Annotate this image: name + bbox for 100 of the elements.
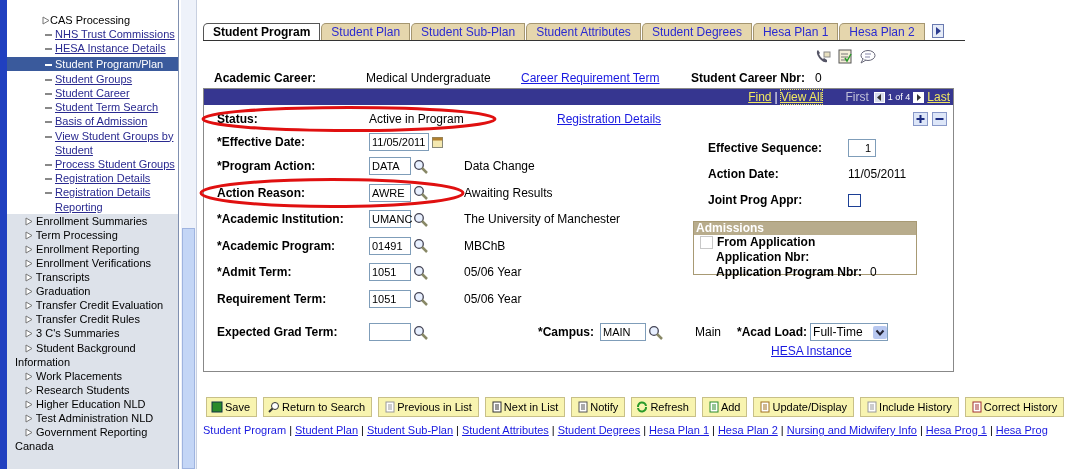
page-link[interactable]: Student Degrees: [557, 424, 641, 436]
date-field[interactable]: 11/05/2011: [369, 133, 429, 151]
toolbar-button[interactable]: Previous in List: [378, 397, 479, 417]
toolbar-button[interactable]: Update/Display: [753, 397, 855, 417]
search-icon[interactable]: [413, 158, 428, 174]
toolbar-button[interactable]: Return to Search: [263, 397, 373, 417]
page-link[interactable]: Hesa Plan 1: [649, 424, 710, 436]
folder-item[interactable]: Transfer Credit Rules: [15, 312, 176, 327]
field-label: Requirement Term:: [217, 291, 328, 306]
last-link[interactable]: Last: [927, 90, 950, 104]
folder-item[interactable]: Transcripts: [15, 270, 176, 285]
folder-item[interactable]: Work Placements: [15, 368, 176, 383]
page-link[interactable]: Student Sub-Plan: [366, 424, 454, 436]
field-label: Application Program Nbr:: [716, 265, 863, 280]
input-field[interactable]: 01491: [369, 236, 411, 255]
toolbar-button[interactable]: Notify: [571, 397, 626, 417]
menu-link[interactable]: Student Groups: [7, 71, 178, 86]
folder-item[interactable]: CAS Processing: [50, 14, 131, 26]
field-description: The University of Manchester: [464, 212, 621, 227]
folder-item[interactable]: Enrollment Reporting: [15, 241, 176, 256]
input-field[interactable]: 1051: [369, 263, 411, 282]
field-label: Effective Sequence:: [708, 141, 824, 155]
toolbar-button[interactable]: Include History: [860, 397, 959, 417]
input-field[interactable]: [369, 323, 411, 341]
field-label: Expected Grad Term:: [217, 325, 339, 339]
search-icon[interactable]: [413, 264, 428, 280]
selected-menu-item[interactable]: Student Program/Plan: [7, 56, 178, 71]
view-all-link[interactable]: View All: [780, 90, 823, 104]
field-description: MBChB: [464, 238, 506, 253]
page-link[interactable]: Student Attributes: [461, 424, 549, 436]
hesa-instance-link[interactable]: HESA Instance: [771, 344, 852, 358]
field-value: Active in Program: [369, 112, 465, 126]
folder-item[interactable]: Research Students: [15, 382, 176, 397]
dropdown[interactable]: Full-Time: [810, 323, 889, 341]
triangle-icon: [42, 16, 50, 25]
tab[interactable]: Hesa Plan 2: [839, 23, 925, 40]
page-link[interactable]: Hesa Prog: [995, 424, 1048, 436]
scrollbar[interactable]: [181, 0, 197, 469]
toolbar-button[interactable]: Correct History: [964, 397, 1065, 417]
speech-bubble-icon[interactable]: [859, 49, 876, 64]
folder-item[interactable]: Transfer Credit Evaluation: [15, 298, 176, 313]
search-icon[interactable]: [413, 211, 428, 227]
tab[interactable]: Student Degrees: [641, 23, 752, 40]
registration-details-link[interactable]: Registration Details: [557, 112, 662, 126]
scroll-right-icon[interactable]: [931, 24, 944, 38]
search-icon[interactable]: [413, 324, 428, 340]
search-icon[interactable]: [413, 238, 428, 254]
folder-item[interactable]: Higher Education NLD: [15, 396, 176, 412]
folder-item[interactable]: Government Reporting Canada: [15, 425, 176, 454]
menu-link[interactable]: Student Term Search: [7, 100, 178, 115]
folder-item[interactable]: Term Processing: [15, 227, 176, 242]
search-icon[interactable]: [413, 291, 428, 307]
menu-link[interactable]: Registration Details: [7, 171, 178, 186]
menu-link[interactable]: Registration Details Reporting: [7, 185, 178, 214]
input-field[interactable]: 1051: [369, 289, 411, 308]
folder-item[interactable]: Graduation: [15, 284, 176, 299]
menu-link[interactable]: Basis of Admission: [7, 114, 178, 129]
search-icon[interactable]: [648, 324, 663, 340]
menu-link[interactable]: HESA Instance Details: [7, 41, 178, 56]
calendar-icon[interactable]: [432, 136, 443, 148]
add-row-icon[interactable]: [913, 112, 928, 126]
toolbar-button[interactable]: Next in List: [484, 397, 566, 417]
toolbar-button[interactable]: Refresh: [631, 397, 696, 417]
phone-icon[interactable]: [815, 49, 831, 64]
page-link[interactable]: Student Plan: [295, 424, 358, 436]
folder-item[interactable]: Enrollment Summaries: [15, 213, 176, 228]
page-link[interactable]: Hesa Plan 2: [717, 424, 778, 436]
tab[interactable]: Student Sub-Plan: [411, 23, 526, 40]
folder-item[interactable]: Test Administration NLD: [15, 411, 176, 426]
input-field[interactable]: MAIN: [600, 323, 646, 341]
menu-link[interactable]: View Student Groups by Student: [7, 128, 178, 157]
tab[interactable]: Student Attributes: [526, 23, 641, 40]
search-icon[interactable]: [413, 185, 428, 201]
notepad-icon[interactable]: [838, 49, 852, 64]
folder-item[interactable]: Student Background Information: [15, 340, 176, 369]
toolbar-button[interactable]: Save: [206, 397, 258, 417]
menu-link[interactable]: Student Career: [7, 85, 178, 101]
field-value: 11/05/2011: [848, 167, 907, 181]
tab[interactable]: Student Program: [203, 23, 321, 40]
checkbox[interactable]: [848, 193, 861, 207]
menu-link[interactable]: Process Student Groups: [7, 156, 178, 172]
delete-row-icon[interactable]: [932, 112, 947, 126]
find-link[interactable]: Find: [748, 90, 772, 104]
input-field[interactable]: DATA: [369, 157, 411, 176]
input-field[interactable]: 1: [848, 139, 876, 157]
input-field[interactable]: AWRE: [369, 183, 411, 202]
folder-item[interactable]: Enrollment Verifications: [15, 256, 176, 271]
menu-link[interactable]: NHS Trust Commissions: [7, 27, 178, 42]
scroll-thumb[interactable]: [182, 228, 195, 469]
page-link[interactable]: Student Program: [203, 424, 287, 436]
page-link[interactable]: Nursing and Midwifery Info: [786, 424, 917, 436]
tab[interactable]: Hesa Plan 1: [752, 23, 839, 40]
toolbar-button[interactable]: Add: [701, 397, 748, 417]
input-field[interactable]: UMANC: [369, 210, 411, 229]
search-icon: [268, 401, 281, 413]
tab[interactable]: Student Plan: [321, 23, 411, 40]
folder-item[interactable]: 3 C's Summaries: [15, 326, 176, 341]
career-requirement-link[interactable]: Career Requirement Term: [521, 71, 691, 85]
page-link[interactable]: Hesa Prog 1: [925, 424, 987, 436]
previous-icon[interactable]: [873, 91, 885, 103]
